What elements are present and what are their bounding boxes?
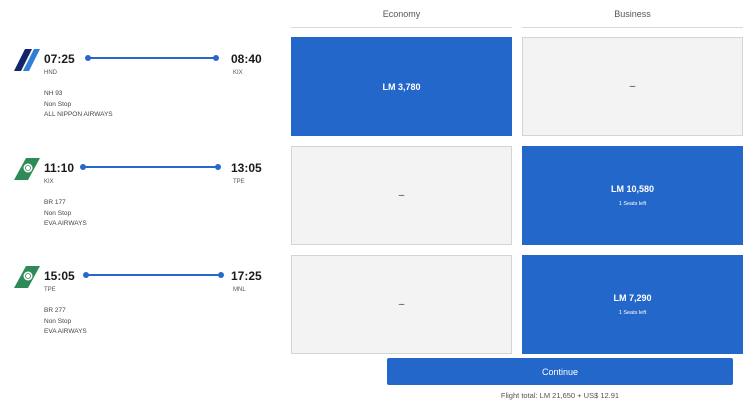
arrival-airport-code: TPE	[233, 179, 245, 185]
flight-number: BR 177	[44, 199, 66, 206]
flight-row-1: 07:25 08:40 HND KIX NH 93 Non Stop ALL N…	[0, 49, 280, 149]
unavailable-dash: –	[398, 190, 405, 201]
route-line	[85, 55, 219, 61]
seats-left: 1 Seats left	[618, 310, 647, 316]
fare-business-flight-3[interactable]: LM 7,290 1 Seats left	[522, 255, 743, 354]
departure-airport-code: TPE	[44, 287, 56, 293]
fare-business-flight-1: –	[522, 37, 743, 136]
flight-number: BR 277	[44, 307, 66, 314]
flight-info: BR 277 Non Stop EVA AIRWAYS	[44, 306, 87, 338]
fare-economy-flight-3: –	[291, 255, 512, 354]
fare-price: LM 3,780	[382, 81, 421, 92]
flight-total: Flight total: LM 21,650 + US$ 12.91	[500, 391, 620, 400]
stops: Non Stop	[44, 100, 72, 108]
airline-name: EVA AIRWAYS	[44, 220, 87, 227]
airline-name: EVA AIRWAYS	[44, 328, 87, 335]
stops: Non Stop	[44, 317, 72, 325]
flight-row-2: 11:10 13:05 KIX TPE BR 177 Non Stop EVA …	[0, 158, 280, 258]
fare-economy-flight-2: –	[291, 146, 512, 245]
route-line	[83, 272, 224, 278]
arrival-time: 17:25	[231, 269, 262, 283]
flight-number: NH 93	[44, 90, 63, 97]
column-header-business: Business	[522, 0, 743, 28]
departure-time: 07:25	[44, 52, 75, 66]
arrival-time: 08:40	[231, 52, 262, 66]
departure-time: 15:05	[44, 269, 75, 283]
column-header-economy: Economy	[291, 0, 512, 28]
eva-logo-icon	[14, 266, 40, 288]
flight-info: BR 177 Non Stop EVA AIRWAYS	[44, 198, 87, 230]
fare-price: LM 7,290	[613, 293, 652, 303]
fare-economy-flight-1[interactable]: LM 3,780	[291, 37, 512, 136]
ana-logo-icon	[14, 49, 40, 71]
flight-row-3: 15:05 17:25 TPE MNL BR 277 Non Stop EVA …	[0, 266, 280, 366]
departure-airport-code: HND	[44, 70, 57, 76]
arrival-airport-code: MNL	[233, 287, 246, 293]
arrival-time: 13:05	[231, 161, 262, 175]
fare-business-flight-2[interactable]: LM 10,580 1 Seats left	[522, 146, 743, 245]
continue-button[interactable]: Continue	[387, 358, 733, 385]
departure-time: 11:10	[44, 161, 75, 175]
flight-info: NH 93 Non Stop ALL NIPPON AIRWAYS	[44, 89, 113, 121]
stops: Non Stop	[44, 209, 72, 217]
unavailable-dash: –	[629, 81, 636, 92]
arrival-airport-code: KIX	[233, 70, 243, 76]
airline-name: ALL NIPPON AIRWAYS	[44, 111, 113, 118]
fare-price: LM 10,580	[610, 184, 655, 194]
route-line	[80, 164, 221, 170]
eva-logo-icon	[14, 158, 40, 180]
seats-left: 1 Seats left	[618, 201, 647, 207]
departure-airport-code: KIX	[44, 179, 54, 185]
unavailable-dash: –	[398, 299, 405, 310]
